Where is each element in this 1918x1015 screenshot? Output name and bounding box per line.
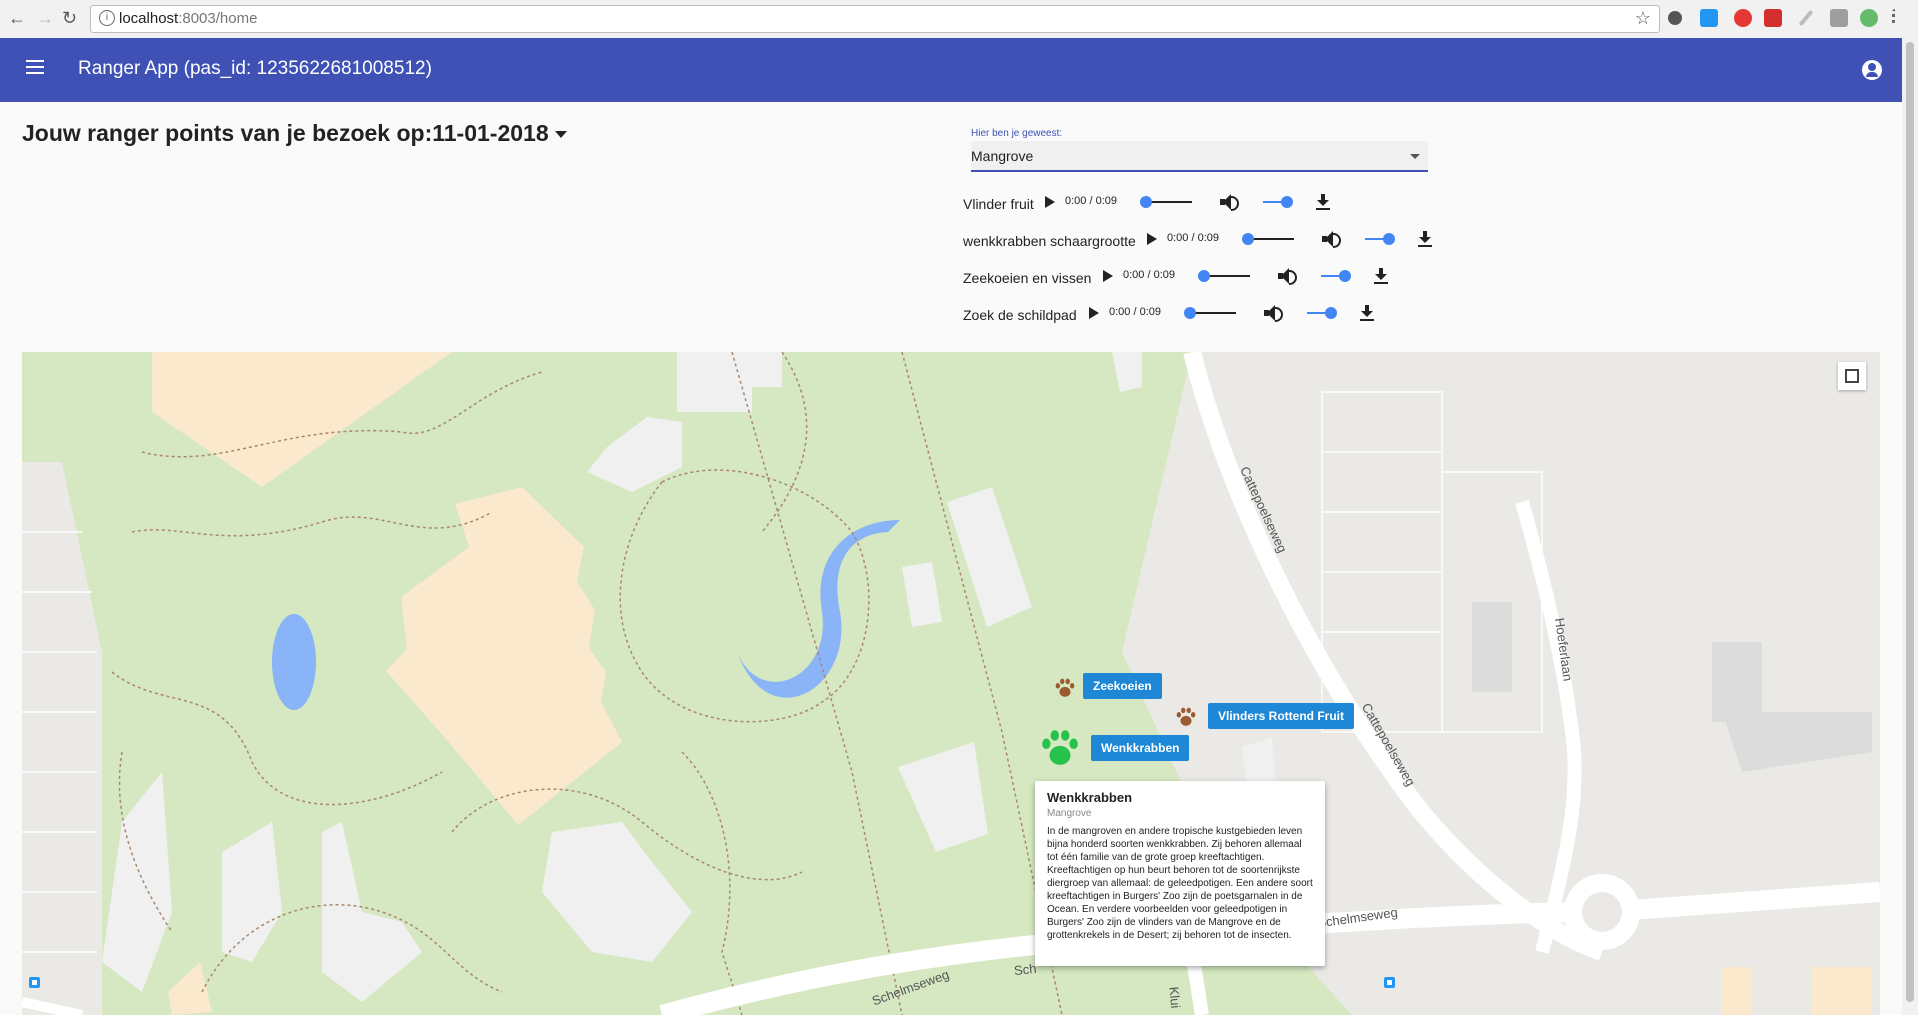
opera-icon[interactable] [1734, 9, 1752, 27]
info-window-body: In de mangroven en andere tropische kust… [1047, 826, 1313, 941]
audio-time: 0:00 / 0:09 [1109, 306, 1161, 318]
volume-slider[interactable] [1263, 196, 1293, 208]
paw-marker-icon[interactable] [1175, 706, 1197, 728]
download-icon[interactable] [1316, 194, 1330, 210]
audio-item-label: Vlinder fruit [963, 196, 1034, 212]
reload-icon[interactable]: ↻ [62, 8, 77, 29]
info-window-subtitle: Mangrove [1047, 808, 1092, 819]
marker-label[interactable]: Wenkkrabben [1091, 735, 1190, 761]
volume-icon[interactable] [1278, 267, 1298, 285]
audio-item-label: Zoek de schildpad [963, 307, 1077, 323]
extension-icon[interactable] [1860, 9, 1878, 27]
paw-marker-icon-active[interactable] [1039, 727, 1081, 769]
audio-time: 0:00 / 0:09 [1065, 195, 1117, 207]
pen-icon[interactable] [1798, 9, 1814, 27]
location-select-label: Hier ben je geweest: [971, 128, 1063, 139]
play-icon[interactable] [1045, 196, 1055, 208]
seek-slider[interactable] [1184, 307, 1236, 319]
seek-slider[interactable] [1140, 196, 1192, 208]
address-bar[interactable]: i localhost:8003/home ☆ [90, 5, 1660, 33]
back-icon[interactable]: ← [8, 8, 26, 29]
map[interactable]: Cattepoelseweg Cattepoelseweg Hoeferlaan… [22, 352, 1880, 1015]
volume-icon[interactable] [1220, 193, 1240, 211]
site-info-icon[interactable]: i [99, 10, 115, 26]
app-title: Ranger App (pas_id: 1235622681008512) [78, 58, 432, 79]
volume-slider[interactable] [1307, 307, 1337, 319]
page-title[interactable]: Jouw ranger points van je bezoek op:11-0… [22, 120, 567, 147]
app-bar: Ranger App (pas_id: 1235622681008512) [0, 38, 1902, 102]
audio-item: Zeekoeien en vissen 0:00 / 0:09 [963, 262, 1463, 290]
audio-time: 0:00 / 0:09 [1167, 232, 1219, 244]
road-label: Klui [1166, 986, 1184, 1009]
marker-label[interactable]: Vlinders Rottend Fruit [1208, 703, 1354, 729]
download-icon[interactable] [1418, 231, 1432, 247]
extension-icon[interactable] [1700, 9, 1718, 27]
page-scrollbar[interactable] [1902, 38, 1918, 1015]
browser-menu-icon[interactable] [1892, 9, 1899, 25]
road-label: Sch [1013, 960, 1038, 979]
volume-slider[interactable] [1365, 233, 1395, 245]
extension-icon[interactable] [1668, 11, 1682, 25]
audio-time: 0:00 / 0:09 [1123, 269, 1175, 281]
download-icon[interactable] [1360, 305, 1374, 321]
account-icon[interactable] [1862, 60, 1882, 80]
forward-icon[interactable]: → [36, 8, 54, 29]
location-select-value: Mangrove [971, 148, 1034, 164]
transit-icon[interactable] [29, 977, 40, 988]
audio-item-label: wenkkrabben schaargrootte [963, 233, 1136, 249]
marker-label[interactable]: Zeekoeien [1083, 673, 1162, 699]
fullscreen-button[interactable] [1838, 362, 1866, 390]
audio-item-label: Zeekoeien en vissen [963, 270, 1092, 286]
cors-icon[interactable] [1764, 9, 1782, 27]
url-path: :8003/home [178, 10, 258, 27]
hamburger-menu-icon[interactable] [26, 60, 44, 74]
dropdown-arrow-icon [1410, 154, 1420, 159]
volume-icon[interactable] [1322, 230, 1342, 248]
paw-marker-icon[interactable] [1054, 677, 1076, 699]
extension-icon[interactable] [1830, 9, 1848, 27]
seek-slider[interactable] [1242, 233, 1294, 245]
caret-down-icon[interactable] [554, 131, 567, 139]
info-window-title: Wenkkrabben [1047, 790, 1133, 805]
play-icon[interactable] [1089, 307, 1099, 319]
page-title-text: Jouw ranger points van je bezoek op:11-0… [22, 120, 549, 146]
audio-item: Zoek de schildpad 0:00 / 0:09 [963, 299, 1463, 327]
volume-icon[interactable] [1264, 304, 1284, 322]
location-select[interactable]: Mangrove [971, 141, 1428, 172]
bookmark-star-icon[interactable]: ☆ [1635, 8, 1651, 29]
audio-item: wenkkrabben schaargrootte 0:00 / 0:09 [963, 225, 1463, 253]
url-host: localhost [119, 10, 179, 27]
play-icon[interactable] [1147, 233, 1157, 245]
transit-icon[interactable] [1384, 977, 1395, 988]
download-icon[interactable] [1374, 268, 1388, 284]
volume-slider[interactable] [1321, 270, 1351, 282]
seek-slider[interactable] [1198, 270, 1250, 282]
audio-item: Vlinder fruit 0:00 / 0:09 [963, 188, 1463, 216]
play-icon[interactable] [1103, 270, 1113, 282]
map-info-window: Wenkkrabben Mangrove In de mangroven en … [1035, 781, 1325, 966]
map-tiles [22, 352, 1880, 1015]
browser-toolbar: ← → ↻ i localhost:8003/home ☆ [0, 0, 1918, 39]
